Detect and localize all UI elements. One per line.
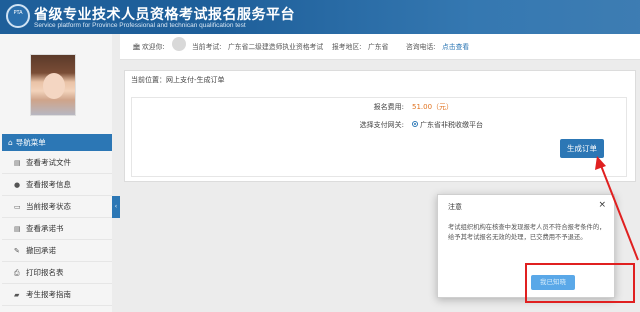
site-logo: PTA <box>6 4 30 28</box>
sidebar-item-registration-info[interactable]: ● 查看报考信息 <box>2 174 112 196</box>
pen-icon: ✎ <box>14 247 20 255</box>
gateway-option-label: 广东省非税收缴平台 <box>420 121 483 129</box>
nav-menu-title: 导航菜单 <box>15 138 46 147</box>
sidebar-item-label: 查看考试文件 <box>26 158 71 167</box>
nav-menu-header: ⌂ 导航菜单 <box>2 134 112 151</box>
sidebar-item-exam-files[interactable]: ▤ 查看考试文件 <box>2 152 112 174</box>
modal-title: 注意 <box>448 203 462 211</box>
bank-icon: 🏛 <box>132 43 141 51</box>
current-exam-value: 广东省二级建造师执业资格考试 <box>228 43 324 51</box>
gateway-radio[interactable] <box>412 121 418 127</box>
sidebar-item-commitment[interactable]: ▤ 查看承诺书 <box>2 218 112 240</box>
file-icon: ▤ <box>14 159 21 167</box>
phone-label: 咨询电话: <box>406 43 436 51</box>
sidebar-item-label: 当前报考状态 <box>26 202 71 211</box>
sidebar-item-withdraw-commitment[interactable]: ✎ 撤回承诺 <box>2 240 112 262</box>
phone-link[interactable]: 点击查看 <box>442 34 469 60</box>
user-photo <box>30 54 76 116</box>
fee-label: 报名费用: <box>373 103 404 111</box>
sidebar-item-label: 查看报考信息 <box>26 180 71 189</box>
document-icon: ▤ <box>14 225 21 233</box>
user-info-bar: 🏛 欢迎你: 当前考试: 广东省二级建造师执业资格考试 报考地区: 广东省 咨询… <box>120 34 640 60</box>
monitor-icon: ▭ <box>14 203 21 211</box>
close-icon[interactable]: × <box>598 200 606 210</box>
sidebar-item-guide[interactable]: ▰ 考生报考指南 <box>2 284 112 306</box>
sidebar-item-label: 考生报考指南 <box>26 290 71 299</box>
print-icon: ⎙ <box>14 269 20 277</box>
sidebar-item-registration-status[interactable]: ▭ 当前报考状态 <box>2 196 112 218</box>
site-subtitle: Service platform for Province Profession… <box>34 22 246 29</box>
generate-order-button[interactable]: 生成订单 <box>560 139 604 158</box>
site-header: PTA 省级专业技术人员资格考试报名服务平台 Service platform … <box>0 0 640 34</box>
current-exam-label: 当前考试: <box>192 43 222 51</box>
gateway-label: 选择支付网关: <box>359 121 404 129</box>
welcome-label: 欢迎你: <box>142 43 165 51</box>
sidebar-item-label: 撤回承诺 <box>26 246 56 255</box>
modal-message: 考试组织机构在核查中发现报考人员不符合报考条件的，给予其考试报名无效的处理，已交… <box>448 224 606 241</box>
breadcrumb: 当前位置：网上支付-生成订单 <box>131 76 225 84</box>
home-icon: ⌂ <box>8 138 13 147</box>
logo-text: PTA <box>13 10 23 16</box>
book-icon: ▰ <box>14 291 20 299</box>
sidebar-item-label: 查看承诺书 <box>26 224 64 233</box>
mini-avatar <box>172 37 186 51</box>
info-icon: ● <box>14 181 21 189</box>
region-label: 报考地区: <box>332 43 362 51</box>
region-value: 广东省 <box>368 43 389 51</box>
annotation-highlight-box <box>525 263 635 303</box>
sidebar-item-print-form[interactable]: ⎙ 打印报名表 <box>2 262 112 284</box>
sidebar-item-label: 打印报名表 <box>26 268 64 277</box>
sidebar-collapse-toggle[interactable]: ‹ <box>112 196 120 218</box>
site-title: 省级专业技术人员资格考试报名服务平台 <box>34 7 295 23</box>
fee-value: 51.00（元） <box>412 103 454 111</box>
